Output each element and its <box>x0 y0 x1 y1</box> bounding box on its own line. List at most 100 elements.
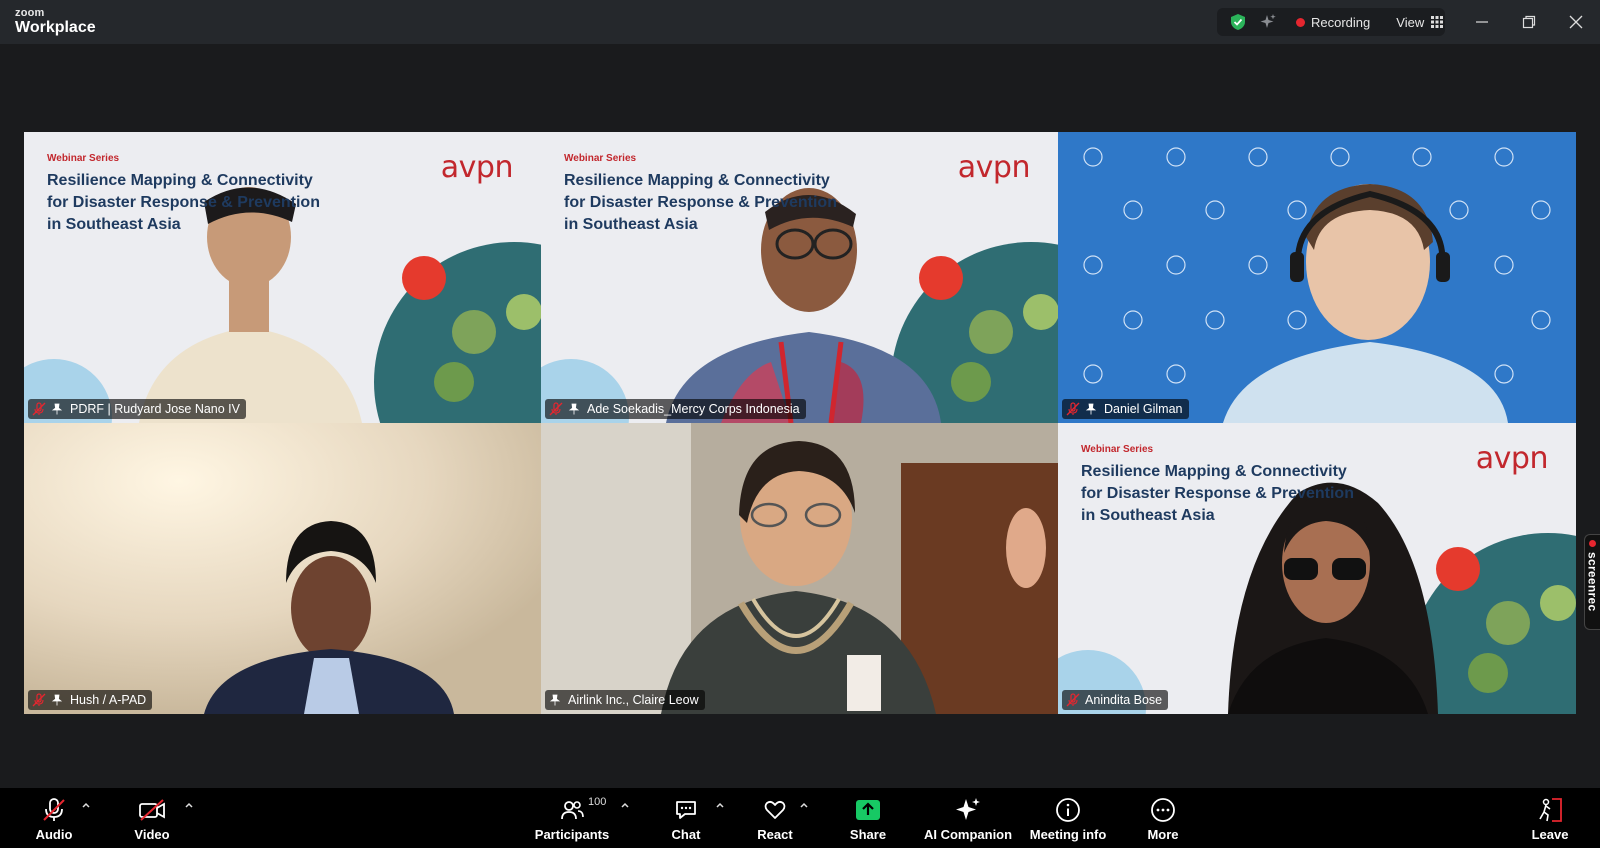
react-label: React <box>757 827 793 842</box>
avpn-logo: avpn <box>1475 441 1549 476</box>
restore-icon <box>1522 15 1536 29</box>
share-screen-icon <box>856 800 880 820</box>
participant-nametag: Hush / A-PAD <box>28 690 153 710</box>
participant-name: Ade Soekadis_Mercy Corps Indonesia <box>587 402 800 416</box>
participant-name: Airlink Inc., Claire Leow <box>568 693 699 707</box>
audio-label: Audio <box>35 827 73 842</box>
banner-series: Webinar Series <box>47 153 120 164</box>
pin-icon <box>1085 403 1097 415</box>
video-options-caret-icon[interactable] <box>184 800 194 810</box>
video-tile[interactable]: Hush / A-PAD <box>24 423 541 714</box>
screenrec-label: screenrec <box>1585 552 1600 612</box>
banner-title-line: for Disaster Response & Prevention <box>1081 485 1354 502</box>
recording-dot-icon <box>1296 17 1305 27</box>
participant-name: Hush / A-PAD <box>70 693 147 707</box>
participant-nametag: Daniel Gilman <box>1062 399 1189 419</box>
participant-name: Daniel Gilman <box>1104 402 1183 416</box>
participants-label: Participants <box>534 827 610 842</box>
share-label: Share <box>849 827 887 842</box>
room-background <box>541 423 1058 714</box>
pin-icon <box>51 694 63 706</box>
restore-button[interactable] <box>1517 10 1541 34</box>
participant-name: PDRF | Rudyard Jose Nano IV <box>70 402 240 416</box>
minimize-button[interactable] <box>1470 10 1494 34</box>
title-bar: zoom Workplace Recording View <box>0 0 1600 44</box>
participants-icon <box>561 801 584 820</box>
view-grid-icon[interactable] <box>1431 16 1444 28</box>
chat-icon <box>676 801 696 819</box>
encryption-shield-icon[interactable] <box>1229 13 1247 31</box>
ai-companion-button[interactable]: AI Companion <box>923 788 1013 848</box>
banner-series: Webinar Series <box>1081 444 1154 455</box>
avpn-logo: avpn <box>440 150 514 185</box>
more-label: More <box>1147 827 1179 842</box>
video-tile-active-speaker[interactable]: Airlink Inc., Claire Leow <box>541 423 1058 714</box>
mic-muted-icon <box>32 402 46 416</box>
close-button[interactable] <box>1564 10 1588 34</box>
leave-button[interactable]: Leave <box>1532 788 1568 848</box>
banner-series: Webinar Series <box>564 153 637 164</box>
participant-nametag: PDRF | Rudyard Jose Nano IV <box>28 399 246 419</box>
audio-options-caret-icon[interactable] <box>81 800 91 810</box>
meeting-status-pill: Recording View <box>1217 8 1445 36</box>
avpn-logo: avpn <box>957 150 1031 185</box>
banner-title-line: for Disaster Response & Prevention <box>47 194 320 211</box>
view-button[interactable]: View <box>1396 15 1424 30</box>
webinar-banner: Webinar Series Resilience Mapping & Conn… <box>1081 445 1354 527</box>
video-button[interactable]: Video <box>131 788 173 848</box>
participants-count: 100 <box>588 796 607 808</box>
video-tile[interactable]: Webinar Series Resilience Mapping & Conn… <box>24 132 541 423</box>
logo-top-text: zoom <box>15 7 45 19</box>
logo-bottom-text: Workplace <box>15 19 96 36</box>
meeting-info-label: Meeting info <box>1029 827 1107 842</box>
screenrec-side-tab[interactable]: screenrec <box>1584 534 1600 630</box>
recording-label[interactable]: Recording <box>1311 15 1370 30</box>
participants-options-caret-icon[interactable] <box>620 800 630 810</box>
video-gallery: Webinar Series Resilience Mapping & Conn… <box>24 132 1576 714</box>
ai-companion-icon <box>956 798 980 820</box>
meeting-info-button[interactable]: Meeting info <box>1030 788 1106 848</box>
ai-companion-label: AI Companion <box>923 827 1013 842</box>
participant-nametag: Ade Soekadis_Mercy Corps Indonesia <box>545 399 806 419</box>
react-options-caret-icon[interactable] <box>799 800 809 810</box>
more-icon <box>1151 798 1175 822</box>
share-button[interactable]: Share <box>848 788 888 848</box>
banner-title-line: Resilience Mapping & Connectivity <box>564 172 830 189</box>
participant-nametag: Airlink Inc., Claire Leow <box>545 690 705 710</box>
ocha-backdrop <box>1058 132 1576 423</box>
pin-icon <box>568 403 580 415</box>
close-icon <box>1569 15 1583 29</box>
participant-nametag: Anindita Bose <box>1062 690 1169 710</box>
webinar-banner: Webinar Series Resilience Mapping & Conn… <box>564 154 837 236</box>
banner-title-line: in Southeast Asia <box>47 216 181 233</box>
chat-button[interactable]: Chat <box>666 788 706 848</box>
info-icon <box>1056 798 1080 822</box>
mic-muted-icon <box>32 693 46 707</box>
screenrec-record-icon <box>1589 540 1596 547</box>
banner-title-line: in Southeast Asia <box>1081 507 1215 524</box>
audio-button[interactable]: Audio <box>33 788 75 848</box>
chat-options-caret-icon[interactable] <box>715 800 725 810</box>
webinar-banner: Webinar Series Resilience Mapping & Conn… <box>47 154 320 236</box>
video-tile[interactable]: Daniel Gilman <box>1058 132 1576 423</box>
more-button[interactable]: More <box>1143 788 1183 848</box>
video-tile[interactable]: Webinar Series Resilience Mapping & Conn… <box>541 132 1058 423</box>
mic-muted-icon <box>549 402 563 416</box>
banner-title-line: for Disaster Response & Prevention <box>564 194 837 211</box>
room-background <box>24 423 541 714</box>
ai-sparkle-icon[interactable] <box>1259 13 1277 31</box>
video-tile[interactable]: Webinar Series Resilience Mapping & Conn… <box>1058 423 1576 714</box>
mic-muted-icon <box>43 798 65 821</box>
minimize-icon <box>1476 21 1488 23</box>
heart-icon <box>764 800 786 819</box>
meeting-toolbar: Audio Video Participants 100 Chat React … <box>0 788 1600 848</box>
react-button[interactable]: React <box>755 788 795 848</box>
chat-label: Chat <box>671 827 701 842</box>
zoom-logo: zoom Workplace <box>15 8 96 36</box>
mic-muted-icon <box>1066 693 1080 707</box>
mic-muted-icon <box>1066 402 1080 416</box>
banner-title-line: in Southeast Asia <box>564 216 698 233</box>
participant-name: Anindita Bose <box>1085 693 1163 707</box>
leave-icon <box>1539 798 1562 822</box>
pin-icon <box>549 694 561 706</box>
